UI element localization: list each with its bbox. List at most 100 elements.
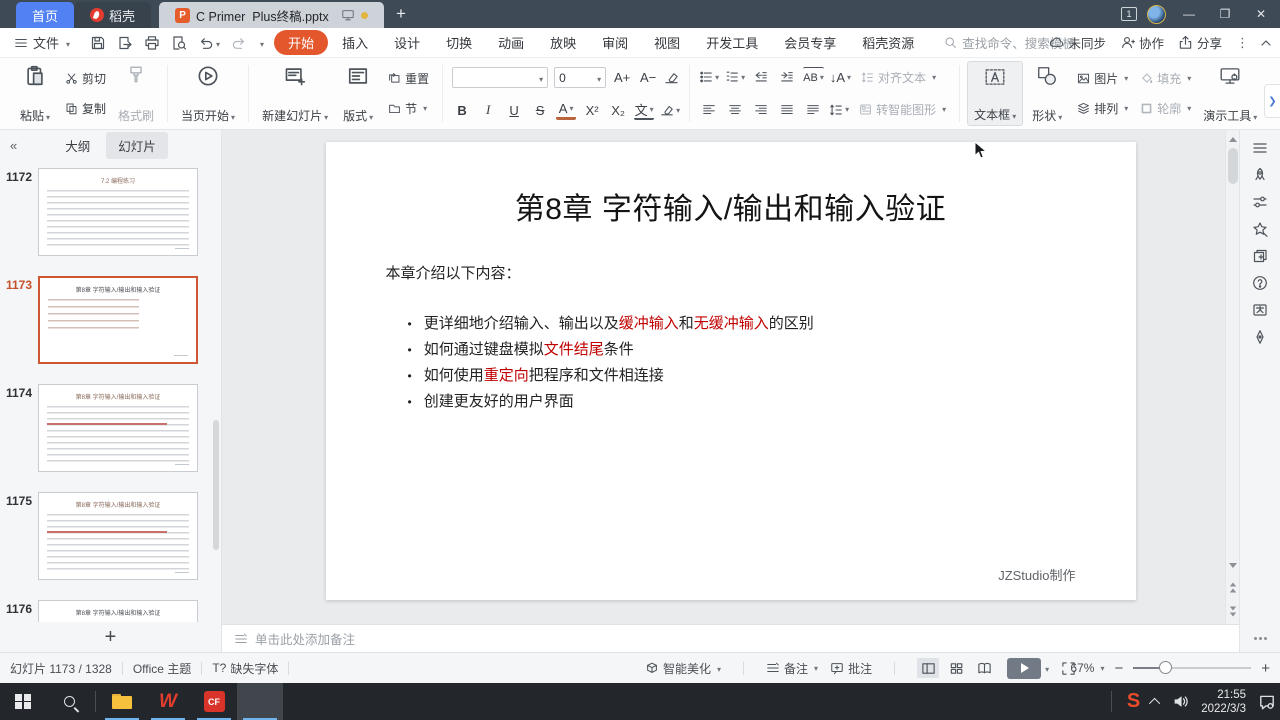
close-button[interactable]: ✕ bbox=[1248, 7, 1274, 21]
start-button[interactable] bbox=[0, 683, 46, 720]
zoom-in-button[interactable]: + bbox=[1261, 660, 1270, 677]
pinyin-guide-button[interactable]: 文 bbox=[634, 100, 655, 120]
font-family-combobox[interactable] bbox=[452, 67, 549, 88]
increase-indent-button[interactable] bbox=[777, 67, 797, 87]
smart-beautify-button[interactable]: 智能美化 bbox=[645, 660, 721, 677]
menu-tab-5[interactable]: 动画 bbox=[486, 30, 536, 55]
menu-tab-6[interactable]: 放映 bbox=[538, 30, 588, 55]
font-size-combobox[interactable]: 0 bbox=[554, 67, 607, 88]
section-button[interactable]: 节 bbox=[384, 99, 433, 118]
format-painter-button[interactable]: 格式刷 bbox=[112, 61, 160, 126]
text-highlight-button[interactable] bbox=[660, 100, 680, 120]
star-favorites-icon[interactable] bbox=[1252, 221, 1268, 237]
arrange-button[interactable]: 排列 bbox=[1073, 99, 1132, 118]
scroll-down-icon[interactable] bbox=[1226, 558, 1240, 572]
export-icon[interactable] bbox=[117, 35, 133, 51]
slide-thumbnail-1175[interactable]: 第8章 字符输入/输出和输入验证 bbox=[38, 492, 198, 580]
picture-button[interactable]: 图片 bbox=[1073, 69, 1132, 88]
character-spacing-button[interactable]: AB bbox=[803, 67, 824, 87]
font-color-button[interactable]: A bbox=[556, 100, 577, 120]
settings-sliders-icon[interactable] bbox=[1252, 194, 1268, 210]
copy-button[interactable]: 复制 bbox=[61, 99, 110, 118]
outline-tab[interactable]: 大纲 bbox=[53, 132, 102, 159]
notes-bar[interactable]: 单击此处添加备注 bbox=[222, 624, 1239, 652]
menu-tab-2[interactable]: 插入 bbox=[330, 30, 380, 55]
slide-sorter-view-button[interactable] bbox=[945, 658, 967, 678]
undo-button[interactable] bbox=[198, 35, 220, 51]
distribute-button[interactable] bbox=[803, 100, 823, 120]
convert-smart-graphic-button[interactable]: 转智能图形 bbox=[855, 100, 950, 119]
cut-button[interactable]: 剪切 bbox=[61, 69, 110, 88]
numbered-list-button[interactable] bbox=[725, 67, 745, 87]
align-right-button[interactable] bbox=[751, 100, 771, 120]
zoom-out-button[interactable]: − bbox=[1114, 660, 1123, 677]
zoom-slider[interactable] bbox=[1133, 661, 1252, 674]
text-direction-button[interactable]: ↓ A bbox=[830, 67, 851, 87]
panel-scrollbar[interactable] bbox=[213, 420, 219, 550]
cf-app-button[interactable]: CF bbox=[191, 683, 237, 720]
print-preview-icon[interactable] bbox=[171, 35, 187, 51]
help-icon[interactable] bbox=[1252, 275, 1268, 291]
menu-tab-8[interactable]: 视图 bbox=[642, 30, 692, 55]
task-pane-menu-icon[interactable] bbox=[1252, 140, 1268, 156]
increase-font-button[interactable]: A+ bbox=[612, 68, 632, 88]
align-center-button[interactable] bbox=[725, 100, 745, 120]
sogou-input-icon[interactable]: S bbox=[1127, 690, 1140, 713]
hidden-icons-chevron[interactable] bbox=[1149, 697, 1161, 709]
restore-button[interactable]: ❐ bbox=[1212, 7, 1238, 21]
new-slide-button[interactable]: 新建幻灯片 bbox=[256, 61, 334, 126]
bullet-list-button[interactable] bbox=[699, 67, 719, 87]
share-button[interactable]: 分享 bbox=[1178, 33, 1222, 52]
presentation-tools-button[interactable]: 演示工具 bbox=[1197, 61, 1263, 126]
comments-button[interactable]: 批注 bbox=[830, 660, 872, 677]
play-from-current-button[interactable]: 当页开始 bbox=[175, 61, 241, 126]
volume-icon[interactable] bbox=[1172, 693, 1189, 710]
menu-tab-10[interactable]: 会员专享 bbox=[772, 30, 848, 55]
presenter-monitor-icon[interactable] bbox=[341, 8, 355, 22]
slideshow-play-button[interactable] bbox=[1007, 657, 1042, 679]
zoom-slider-thumb[interactable] bbox=[1159, 661, 1173, 674]
document-tab[interactable]: P C Primer Plus终稿.pptx bbox=[159, 2, 385, 28]
next-slide-icon[interactable] bbox=[1226, 604, 1240, 618]
shapes-button[interactable]: 形状 bbox=[1023, 61, 1071, 126]
decrease-indent-button[interactable] bbox=[751, 67, 771, 87]
subscript-button[interactable]: X₂ bbox=[608, 100, 628, 120]
reading-view-button[interactable] bbox=[973, 658, 995, 678]
theme-name[interactable]: Office 主题 bbox=[133, 660, 191, 677]
scrollbar-thumb[interactable] bbox=[1228, 148, 1238, 184]
collapse-panel-icon[interactable]: « bbox=[10, 138, 17, 153]
menu-tab-1[interactable]: 开始 bbox=[274, 30, 329, 55]
normal-view-button[interactable] bbox=[917, 658, 940, 678]
missing-font-button[interactable]: T? 缺失字体 bbox=[212, 660, 278, 677]
quick-access-more-icon[interactable] bbox=[258, 36, 264, 50]
paste-button[interactable]: 粘贴 bbox=[11, 61, 59, 126]
menu-tab-4[interactable]: 切换 bbox=[434, 30, 484, 55]
window-list-badge[interactable]: 1 bbox=[1121, 7, 1137, 21]
taskbar-clock[interactable]: 21:55 2022/3/3 bbox=[1201, 688, 1246, 716]
home-tab[interactable]: 首页 bbox=[16, 2, 75, 28]
expand-toolbar-button[interactable]: ❯ bbox=[1264, 84, 1280, 118]
scroll-up-icon[interactable] bbox=[1226, 132, 1240, 146]
bold-button[interactable]: B bbox=[452, 100, 472, 120]
underline-button[interactable]: U bbox=[504, 100, 524, 120]
print-icon[interactable] bbox=[144, 35, 160, 51]
superscript-button[interactable]: X² bbox=[582, 100, 602, 120]
new-document-tab-button[interactable]: + bbox=[384, 4, 418, 28]
italic-button[interactable]: I bbox=[478, 100, 498, 120]
strikethrough-button[interactable]: S bbox=[530, 100, 550, 120]
menu-tab-3[interactable]: 设计 bbox=[382, 30, 432, 55]
align-left-button[interactable] bbox=[699, 100, 719, 120]
active-window-button[interactable] bbox=[237, 683, 283, 720]
line-spacing-button[interactable] bbox=[829, 100, 849, 120]
slide-thumbnail-1174[interactable]: 第8章 字符输入/输出和输入验证 bbox=[38, 384, 198, 472]
slides-tab[interactable]: 幻灯片 bbox=[106, 131, 168, 159]
decrease-font-button[interactable]: A− bbox=[638, 68, 658, 88]
redo-icon[interactable] bbox=[231, 35, 247, 51]
previous-slide-icon[interactable] bbox=[1226, 580, 1240, 594]
minimize-button[interactable]: — bbox=[1176, 7, 1202, 21]
slide-canvas[interactable]: 第8章 字符输入/输出和输入验证 本章介绍以下内容： 更详细地介绍输入、输出以及… bbox=[222, 130, 1239, 624]
notes-toggle-button[interactable]: 备注 bbox=[766, 660, 818, 677]
slide-thumbnail-1172[interactable]: 7.2 编程练习 bbox=[38, 168, 198, 256]
save-icon[interactable] bbox=[90, 35, 106, 51]
fill-button[interactable]: 填充 bbox=[1136, 69, 1195, 88]
